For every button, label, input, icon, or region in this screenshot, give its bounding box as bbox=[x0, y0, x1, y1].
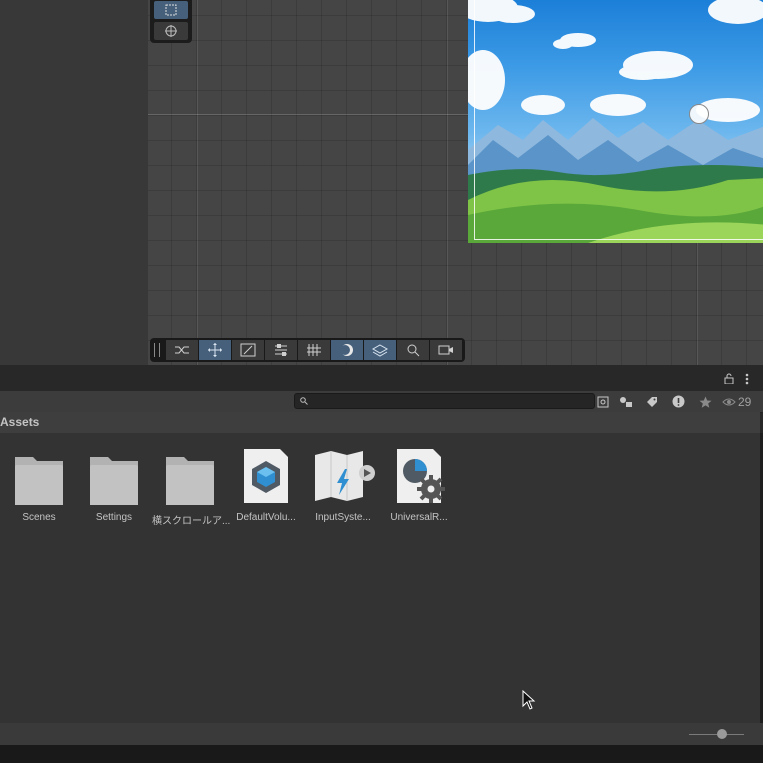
asset-thumb bbox=[238, 447, 294, 505]
asset-item[interactable]: UniversalR... bbox=[381, 447, 457, 523]
render-pipeline-asset-icon bbox=[397, 449, 445, 503]
scene-overlay-toolbar bbox=[150, 338, 465, 362]
status-bar bbox=[0, 745, 763, 763]
eye-icon bbox=[722, 398, 736, 405]
hierarchy-panel bbox=[0, 0, 148, 365]
search-field[interactable] bbox=[294, 393, 595, 410]
layers-icon bbox=[372, 344, 388, 357]
background-sprite[interactable] bbox=[468, 0, 763, 243]
folder-icon bbox=[90, 457, 138, 507]
scene-view[interactable] bbox=[148, 0, 763, 365]
shapes-icon bbox=[620, 396, 632, 407]
favorites-button[interactable] bbox=[693, 392, 717, 411]
search-in-scene-icon bbox=[597, 396, 609, 407]
warning-icon bbox=[672, 395, 684, 408]
align-icon bbox=[275, 344, 287, 356]
input-actions-icon bbox=[315, 451, 375, 501]
breadcrumb-bar: Assets bbox=[0, 412, 760, 434]
project-toolbar: 29 bbox=[0, 391, 763, 413]
console-errors-button[interactable] bbox=[666, 392, 690, 411]
grid-major-line bbox=[197, 0, 198, 365]
magnifier-icon bbox=[407, 344, 420, 357]
project-footer bbox=[0, 723, 763, 745]
asset-thumb bbox=[11, 447, 67, 507]
asset-item[interactable]: 横スクロールア... bbox=[152, 447, 231, 527]
project-tab-bar bbox=[0, 365, 763, 391]
asset-item[interactable]: Settings bbox=[76, 447, 152, 523]
search-by-type-button[interactable] bbox=[591, 392, 615, 411]
asset-item[interactable]: InputSyste... bbox=[305, 447, 381, 523]
hidden-packages-toggle[interactable]: 29 bbox=[722, 392, 760, 411]
tool-tray bbox=[150, 0, 192, 43]
transform-tool-button[interactable] bbox=[154, 22, 188, 40]
asset-thumb bbox=[162, 447, 218, 507]
transform-tool-icon bbox=[165, 25, 177, 37]
tag-icon bbox=[647, 396, 657, 407]
align-tool-button[interactable] bbox=[265, 340, 297, 360]
rect-tool-icon bbox=[165, 4, 177, 16]
folder-icon bbox=[15, 457, 63, 507]
layers-toggle-button[interactable] bbox=[364, 340, 396, 360]
grid-snap-button[interactable] bbox=[298, 340, 330, 360]
star-icon bbox=[699, 396, 711, 408]
move-tool-button[interactable] bbox=[199, 340, 231, 360]
filter-by-label-button[interactable] bbox=[640, 392, 664, 411]
asset-label: InputSyste... bbox=[315, 512, 371, 523]
lock-icon[interactable] bbox=[724, 373, 734, 384]
asset-item[interactable]: Scenes bbox=[1, 447, 77, 523]
lighting-toggle-button[interactable] bbox=[331, 340, 363, 360]
asset-thumb bbox=[86, 447, 142, 507]
drag-handle[interactable] bbox=[154, 343, 160, 357]
asset-item[interactable]: DefaultVolu... bbox=[228, 447, 304, 523]
zoom-tool-button[interactable] bbox=[397, 340, 429, 360]
pivot-handle[interactable] bbox=[689, 104, 709, 124]
scale-tool-button[interactable] bbox=[232, 340, 264, 360]
search-input[interactable] bbox=[311, 394, 595, 410]
asset-label: UniversalR... bbox=[390, 512, 448, 523]
asset-label: DefaultVolu... bbox=[236, 512, 296, 523]
camera-icon bbox=[438, 345, 453, 355]
grid-snap-icon bbox=[307, 344, 321, 356]
asset-thumb bbox=[391, 447, 447, 505]
folder-icon bbox=[166, 457, 214, 507]
more-options-icon[interactable] bbox=[744, 373, 750, 385]
sprite-selection-frame bbox=[474, 0, 763, 240]
zoom-slider-thumb[interactable] bbox=[717, 729, 727, 739]
asset-label: Settings bbox=[95, 512, 133, 523]
asset-label: Scenes bbox=[22, 512, 56, 523]
search-icon bbox=[300, 397, 308, 405]
grid-major-line bbox=[447, 0, 448, 365]
filter-by-type-button[interactable] bbox=[614, 392, 638, 411]
shuffle-icon bbox=[175, 346, 189, 354]
moon-icon bbox=[340, 344, 353, 356]
mouse-cursor-icon bbox=[522, 690, 536, 710]
asset-label: 横スクロールア... bbox=[152, 516, 231, 527]
scale-icon bbox=[240, 343, 256, 357]
rect-tool-button[interactable] bbox=[154, 1, 188, 19]
volume-profile-icon bbox=[244, 449, 288, 503]
asset-grid[interactable]: Scenes Settings 横スクロールア... DefaultVolu..… bbox=[0, 433, 760, 723]
camera-tool-button[interactable] bbox=[430, 340, 462, 360]
breadcrumb-assets[interactable]: Assets bbox=[0, 415, 39, 429]
shuffle-tool-button[interactable] bbox=[166, 340, 198, 360]
hidden-packages-count: 29 bbox=[738, 394, 752, 409]
asset-thumb bbox=[315, 447, 375, 505]
move-arrows-icon bbox=[208, 343, 222, 357]
